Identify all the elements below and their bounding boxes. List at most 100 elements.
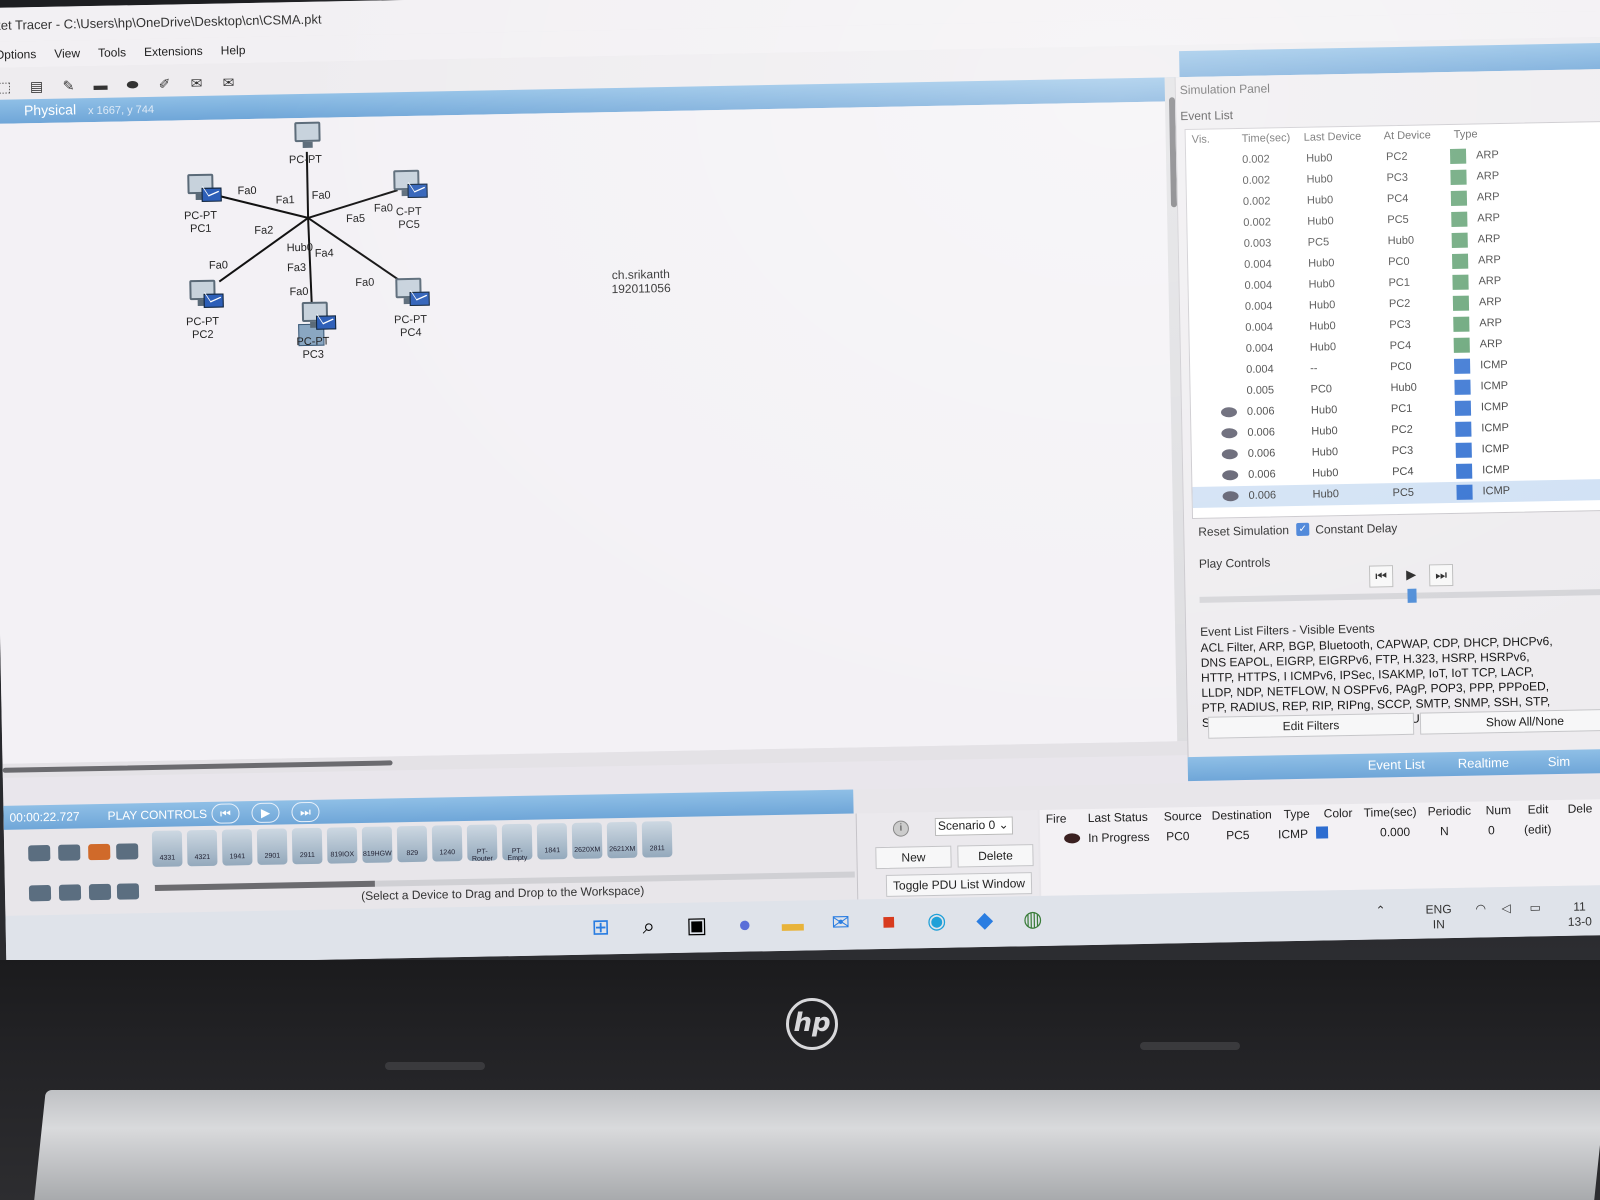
edit-filters-button[interactable]: Edit Filters	[1207, 712, 1415, 739]
clock[interactable]: 11 13-0	[1567, 899, 1592, 929]
forward-button[interactable]: ⏭	[1428, 563, 1454, 587]
event-last: Hub0	[1306, 194, 1334, 207]
event-time: 0.002	[1243, 216, 1271, 229]
end-devices-icon[interactable]	[58, 844, 81, 861]
rectangle-icon[interactable]: ▬	[91, 77, 109, 93]
pc5-device[interactable]	[389, 169, 428, 203]
menu-extensions[interactable]: Extensions	[144, 44, 203, 65]
menu-options[interactable]: Options	[0, 47, 37, 68]
router-model[interactable]: 2911	[291, 827, 323, 865]
menu-help[interactable]: Help	[221, 43, 246, 63]
battery-icon[interactable]: ▭	[1529, 900, 1541, 915]
pc4-label: PC-PT PC4	[393, 313, 428, 340]
wireless-icon[interactable]	[116, 883, 140, 900]
complex-pdu-icon[interactable]: ✉	[219, 74, 237, 90]
components-icon[interactable]	[116, 843, 139, 860]
pc0-device[interactable]	[290, 121, 327, 155]
scenario-select[interactable]: Scenario 0 ⌄	[934, 816, 1014, 836]
realtime-tab[interactable]: Realtime	[1458, 755, 1510, 771]
router-model[interactable]: 2621XM	[606, 821, 638, 859]
logical-workspace[interactable]: Hub0 PC-PT PC-PT PC1 C-PT PC5 PC-PT PC2 PC-…	[0, 101, 1178, 764]
event-at: PC0	[1390, 360, 1412, 374]
pc3-device[interactable]	[298, 301, 337, 334]
show-all-none-button[interactable]: Show All/None	[1419, 708, 1600, 735]
event-color-swatch	[1456, 463, 1473, 479]
pc2-device[interactable]	[185, 279, 224, 313]
edge-icon[interactable]: ◉	[921, 906, 952, 937]
dropbox-icon[interactable]: ◆	[969, 905, 1000, 936]
delete-scenario-button[interactable]: Delete	[957, 844, 1034, 868]
port-label: Fa0	[355, 276, 375, 289]
wifi-icon[interactable]: ◠	[1475, 901, 1486, 916]
router-model[interactable]: 819HGW	[361, 826, 393, 863]
note-icon[interactable]: ▤	[27, 78, 45, 94]
network-devices-icon[interactable]	[28, 844, 51, 862]
hub-label: Hub0	[286, 241, 314, 255]
mail-icon[interactable]: ✉	[825, 908, 856, 939]
pc1-device[interactable]	[183, 173, 222, 207]
simple-pdu-icon[interactable]: ✉	[187, 75, 205, 91]
step-icon[interactable]: ⏭	[291, 801, 320, 823]
router-model[interactable]: 4331	[151, 830, 183, 867]
file-explorer-icon[interactable]: ▬	[777, 908, 808, 939]
task-view-icon[interactable]: ▣	[681, 910, 712, 941]
hubs-icon[interactable]	[88, 883, 112, 901]
menu-tools[interactable]: Tools	[98, 45, 126, 66]
event-time: 0.006	[1247, 426, 1276, 439]
router-model[interactable]: 1240	[431, 825, 463, 862]
event-time: 0.004	[1244, 279, 1273, 292]
router-model[interactable]: 2901	[256, 828, 288, 865]
rewind-icon[interactable]: ⏮	[211, 803, 240, 824]
play-icon[interactable]: ▶	[251, 802, 280, 824]
router-model[interactable]: 1941	[221, 829, 253, 866]
port-label: Fa0	[289, 285, 309, 299]
port-label: Fa3	[286, 261, 307, 275]
chat-icon[interactable]: ●	[729, 909, 760, 940]
volume-icon[interactable]: ◁	[1501, 901, 1511, 916]
switches-icon[interactable]	[58, 884, 82, 901]
simulation-tab[interactable]: Sim	[1548, 754, 1571, 769]
play-speed-slider[interactable]	[1199, 588, 1600, 603]
office-icon[interactable]: ■	[873, 907, 904, 938]
event-list-toggle[interactable]: Event List	[1368, 757, 1425, 773]
router-model[interactable]: 829	[396, 825, 428, 863]
event-last: Hub0	[1306, 152, 1333, 165]
routers-icon[interactable]	[28, 884, 52, 902]
event-last: Hub0	[1311, 425, 1338, 438]
router-model[interactable]: PT-Router	[466, 824, 498, 863]
router-model[interactable]: 1841	[536, 823, 568, 860]
port-label: Fa5	[346, 212, 366, 226]
chevron-up-icon[interactable]: ⌃	[1375, 903, 1385, 918]
new-scenario-button[interactable]: New	[875, 845, 952, 870]
menu-view[interactable]: View	[54, 46, 80, 66]
pencil-icon[interactable]: ✎	[59, 77, 77, 93]
fire-icon[interactable]	[1064, 833, 1081, 844]
physical-tab[interactable]: Physical	[24, 101, 76, 118]
bezel-rubber	[1140, 1042, 1240, 1050]
start-icon[interactable]: ⊞	[585, 912, 616, 943]
ellipse-icon[interactable]: ⬬	[123, 76, 141, 92]
router-model[interactable]: 4321	[186, 829, 218, 867]
back-button[interactable]: ⏮	[1368, 565, 1394, 588]
router-model[interactable]: 2811	[641, 821, 673, 858]
info-icon[interactable]: i	[892, 820, 910, 837]
router-model[interactable]: 2620XM	[571, 822, 603, 859]
language-indicator[interactable]: ENG IN	[1425, 902, 1452, 932]
reset-simulation-button[interactable]: Reset Simulation	[1198, 523, 1289, 539]
toggle-pdu-list-button[interactable]: Toggle PDU List Window	[885, 872, 1033, 897]
event-color-swatch	[1455, 421, 1472, 437]
play-button[interactable]: ▶	[1399, 565, 1423, 587]
constant-delay-checkbox[interactable]: ✓	[1296, 522, 1310, 536]
connections-icon[interactable]	[88, 843, 111, 861]
search-icon[interactable]: ⌕	[633, 911, 664, 942]
router-model[interactable]: 819IOX	[326, 827, 358, 864]
freeform-icon[interactable]: ✐	[155, 75, 173, 92]
packet-tracer-icon[interactable]: ◍	[1017, 904, 1048, 935]
pdu-source: PC0	[1165, 829, 1190, 844]
pdu-edit-link[interactable]: (edit)	[1524, 822, 1552, 837]
pdu-type: ICMP	[1277, 826, 1309, 842]
select-icon[interactable]: ⬚	[0, 79, 14, 95]
laptop-screen: ket Tracer - C:\Users\hp\OneDrive\Deskto…	[0, 0, 1600, 966]
pc4-device[interactable]	[391, 277, 430, 311]
router-model[interactable]: PT-Empty	[501, 823, 533, 862]
